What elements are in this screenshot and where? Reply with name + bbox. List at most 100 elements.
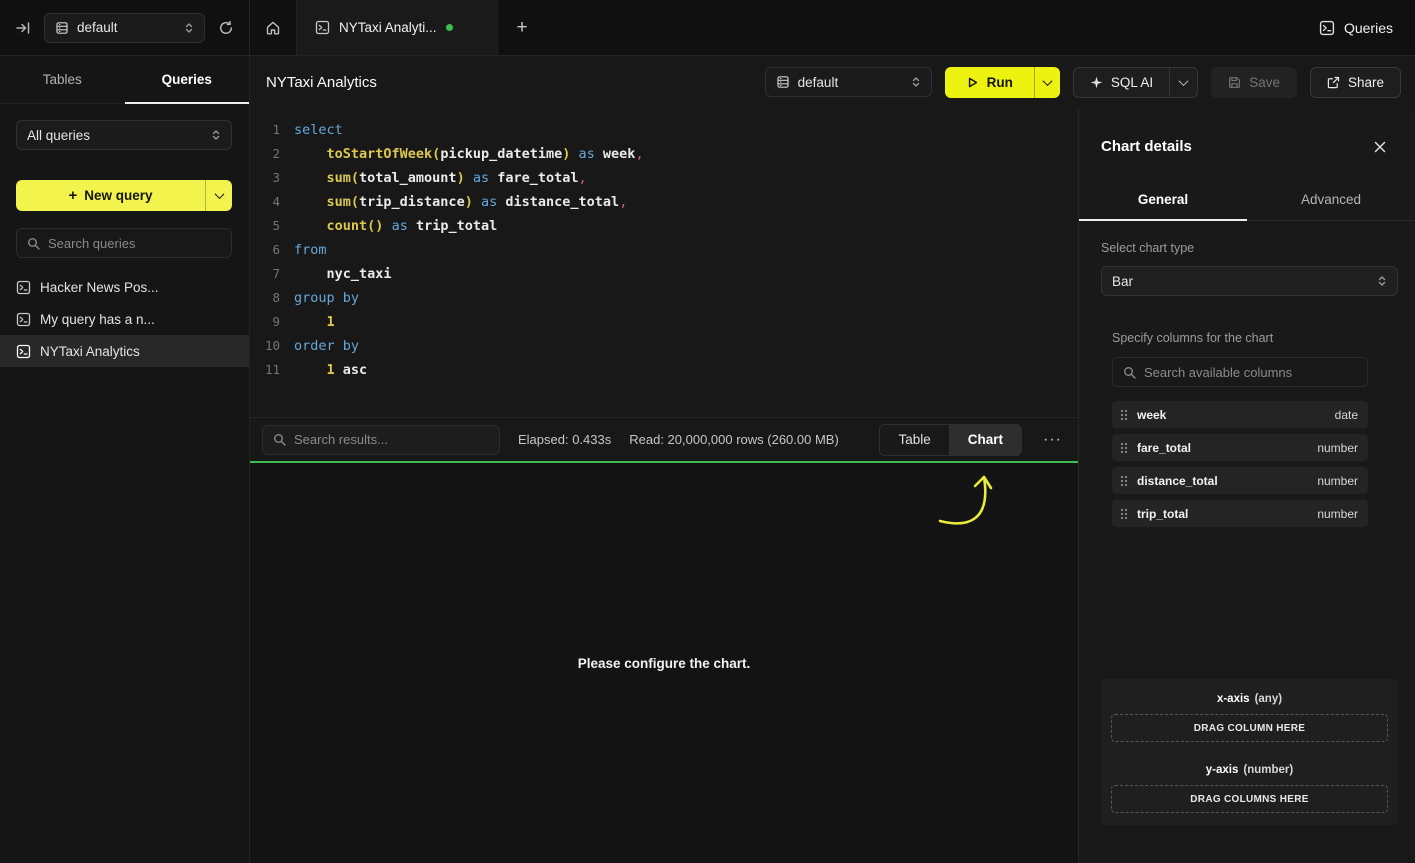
- sql-editor[interactable]: 1select2 toStartOfWeek(pickup_datetime) …: [250, 108, 1078, 417]
- sidebar-query-item[interactable]: Hacker News Pos...: [0, 271, 249, 303]
- tab-advanced[interactable]: Advanced: [1247, 179, 1415, 220]
- results-search[interactable]: [262, 425, 500, 455]
- refresh-icon[interactable]: [218, 20, 234, 36]
- panel-header: Chart details: [1079, 108, 1415, 179]
- query-icon: [16, 312, 31, 327]
- chart-details-panel: Chart details General Advanced Select ch…: [1078, 108, 1415, 863]
- line-number: 11: [250, 358, 280, 382]
- home-tab[interactable]: [250, 0, 297, 55]
- x-axis-dropzone[interactable]: DRAG COLUMN HERE: [1111, 714, 1388, 742]
- chart-column-row[interactable]: trip_totalnumber: [1112, 500, 1368, 527]
- run-options-button[interactable]: [1034, 67, 1060, 98]
- editor-line[interactable]: 10order by: [250, 334, 1078, 358]
- chart-column-row[interactable]: fare_totalnumber: [1112, 434, 1368, 461]
- tab-title: NYTaxi Analyti...: [339, 20, 437, 35]
- columns-label: Specify columns for the chart: [1112, 331, 1273, 345]
- chart-area: Please configure the chart.: [250, 463, 1078, 863]
- drag-handle-icon[interactable]: [1120, 442, 1128, 454]
- editor-line[interactable]: 9 1: [250, 310, 1078, 334]
- search-queries-input[interactable]: [48, 236, 221, 251]
- panel-body: Select chart type Bar Specify columns fo…: [1079, 221, 1415, 863]
- database-selector-value: default: [77, 20, 176, 35]
- search-columns-input[interactable]: [1144, 365, 1357, 380]
- sql-ai-options-button[interactable]: [1169, 68, 1197, 97]
- sql-console-app: default NYTaxi Analyti...: [0, 0, 1415, 863]
- sql-ai-button[interactable]: SQL AI: [1074, 68, 1169, 97]
- new-query-dropdown-button[interactable]: [205, 180, 232, 211]
- x-axis-hint: (any): [1255, 693, 1282, 705]
- column-name: week: [1137, 408, 1166, 422]
- drag-handle-icon[interactable]: [1120, 475, 1128, 487]
- more-options-button[interactable]: ···: [1040, 431, 1065, 449]
- axis-config-box: x-axis(any) DRAG COLUMN HERE y-axis(numb…: [1101, 679, 1398, 825]
- results-toolbar: Elapsed: 0.433s Read: 20,000,000 rows (2…: [250, 417, 1078, 461]
- editor-line[interactable]: 5 count() as trip_total: [250, 214, 1078, 238]
- line-number: 6: [250, 238, 280, 262]
- view-toggle-chart[interactable]: Chart: [949, 425, 1021, 455]
- sidebar-tabs: Tables Queries: [0, 56, 249, 104]
- drag-handle-icon[interactable]: [1120, 508, 1128, 520]
- sidebar-tab-queries[interactable]: Queries: [125, 56, 250, 103]
- column-type: number: [1317, 474, 1358, 488]
- chart-type-select[interactable]: Bar: [1101, 266, 1398, 296]
- editor-line[interactable]: 7 nyc_taxi: [250, 262, 1078, 286]
- external-link-icon: [1327, 76, 1340, 89]
- topbar-database-selector[interactable]: default: [44, 13, 205, 43]
- view-toggle-table[interactable]: Table: [880, 425, 948, 455]
- topbar-right: Queries: [1319, 0, 1415, 55]
- new-tab-button[interactable]: +: [498, 0, 546, 55]
- query-icon: [16, 344, 31, 359]
- annotation-arrow: [932, 465, 1012, 537]
- line-number: 4: [250, 190, 280, 214]
- line-number: 5: [250, 214, 280, 238]
- editor-line[interactable]: 4 sum(trip_distance) as distance_total,: [250, 190, 1078, 214]
- y-axis-dropzone[interactable]: DRAG COLUMNS HERE: [1111, 785, 1388, 813]
- sidebar-query-item[interactable]: My query has a n...: [0, 303, 249, 335]
- plus-icon: +: [68, 187, 77, 204]
- run-label: Run: [987, 75, 1013, 90]
- chart-column-row[interactable]: weekdate: [1112, 401, 1368, 428]
- code-text: select: [280, 118, 343, 142]
- column-type: number: [1317, 441, 1358, 455]
- save-button[interactable]: Save: [1211, 67, 1297, 98]
- sidebar-tab-tables[interactable]: Tables: [0, 56, 125, 103]
- play-icon: [966, 76, 979, 89]
- updown-chevron-icon: [1377, 275, 1387, 287]
- sidebar-search[interactable]: [16, 228, 232, 258]
- search-icon: [1123, 366, 1136, 379]
- top-bar: default NYTaxi Analyti...: [0, 0, 1415, 56]
- columns-search[interactable]: [1112, 357, 1368, 387]
- main-header: NYTaxi Analytics default Run: [250, 56, 1415, 108]
- search-results-input[interactable]: [294, 432, 489, 447]
- code-text: 1: [280, 310, 335, 334]
- column-list: weekdate fare_totalnumber distance_totalnu…: [1112, 401, 1368, 527]
- chevron-down-icon: [1042, 76, 1052, 86]
- query-filter-select[interactable]: All queries: [16, 120, 232, 150]
- tab-nytaxi-analytics[interactable]: NYTaxi Analyti...: [297, 0, 498, 55]
- chart-column-row[interactable]: distance_totalnumber: [1112, 467, 1368, 494]
- editor-line[interactable]: 11 1 asc: [250, 358, 1078, 382]
- editor-line[interactable]: 8group by: [250, 286, 1078, 310]
- y-axis-group: y-axis(number) DRAG COLUMNS HERE: [1111, 764, 1388, 813]
- line-number: 2: [250, 142, 280, 166]
- editor-line[interactable]: 1select: [250, 118, 1078, 142]
- sparkle-icon: [1090, 76, 1103, 89]
- header-database-selector[interactable]: default: [765, 67, 932, 97]
- new-query-button[interactable]: + New query: [16, 180, 232, 211]
- share-button[interactable]: Share: [1310, 67, 1401, 98]
- tab-strip: NYTaxi Analyti... +: [250, 0, 546, 55]
- updown-chevron-icon: [211, 129, 221, 141]
- panel-title: Chart details: [1101, 138, 1192, 155]
- code-text: 1 asc: [280, 358, 367, 382]
- tab-general[interactable]: General: [1079, 179, 1247, 220]
- run-button[interactable]: Run: [945, 67, 1034, 98]
- collapse-sidebar-icon[interactable]: [15, 20, 31, 36]
- editor-line[interactable]: 2 toStartOfWeek(pickup_datetime) as week…: [250, 142, 1078, 166]
- editor-line[interactable]: 6from: [250, 238, 1078, 262]
- drag-handle-icon[interactable]: [1120, 409, 1128, 421]
- y-axis-label: y-axis: [1206, 764, 1239, 776]
- queries-button[interactable]: Queries: [1319, 20, 1393, 36]
- editor-line[interactable]: 3 sum(total_amount) as fare_total,: [250, 166, 1078, 190]
- sidebar-query-item[interactable]: NYTaxi Analytics: [0, 335, 249, 367]
- close-icon[interactable]: [1373, 140, 1387, 154]
